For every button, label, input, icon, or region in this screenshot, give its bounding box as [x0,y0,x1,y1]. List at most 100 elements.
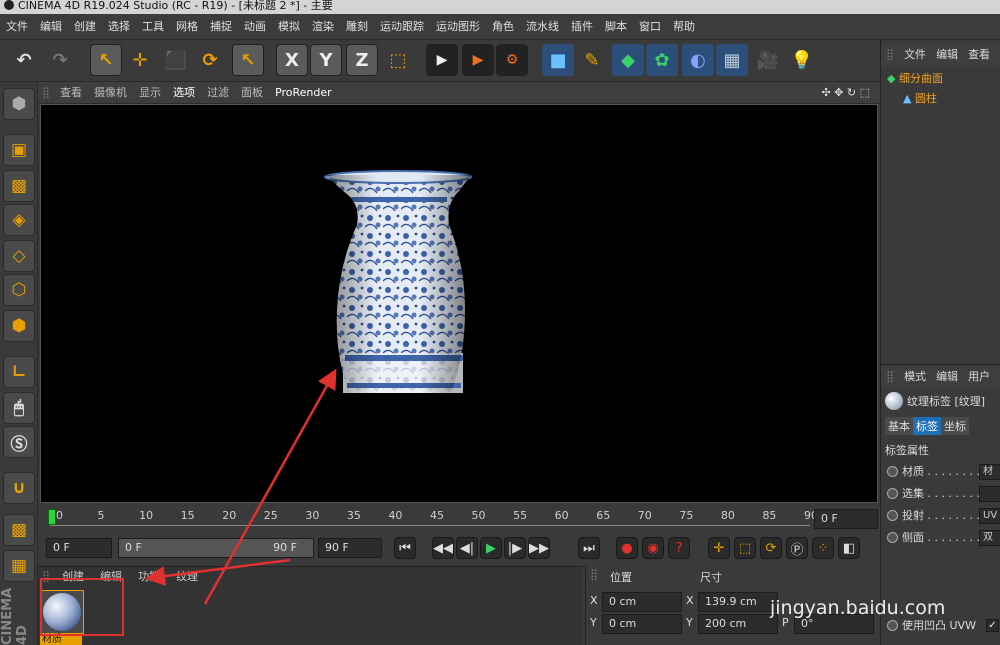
prop-bump-radio[interactable] [887,620,898,631]
pen-spline-icon[interactable]: ✎ [576,44,608,76]
size-y-field[interactable]: 200 cm [698,614,778,634]
next-frame-button[interactable]: |▶ [504,537,526,559]
pos-y-field[interactable]: 0 cm [602,614,682,634]
menu-snap[interactable]: 捕捉 [204,14,238,39]
key-rotation-icon[interactable]: ⟳ [760,537,782,559]
start-frame-field[interactable]: 0 F [46,538,112,558]
play-button[interactable]: ▶ [480,537,502,559]
goto-start-button[interactable]: ⏮ [394,537,416,559]
menu-file[interactable]: 文件 [0,14,34,39]
material-menu-texture[interactable]: 纹理 [168,566,206,588]
menu-script[interactable]: 脚本 [599,14,633,39]
prop-bump-checkbox[interactable]: ✓ [986,619,999,632]
object-row-subdivision[interactable]: ◆ 细分曲面 [887,70,943,88]
prop-selection[interactable]: 选集 . . . . . . . . [887,484,1000,504]
viewport-menu-panel[interactable]: 面板 [235,82,269,104]
cube-primitive-icon[interactable]: ■ [542,44,574,76]
locked-workplane-icon[interactable]: ▦ [3,550,35,582]
menu-help[interactable]: 帮助 [667,14,701,39]
render-view-icon[interactable]: ▶ [426,44,458,76]
timeline-window-icon[interactable]: ◧ [838,537,860,559]
tweak-mode-icon[interactable]: 🖱 [3,392,35,424]
prev-key-button[interactable]: ◀◀ [432,537,454,559]
material-menu-function[interactable]: 功能 [130,566,168,588]
playhead-marker[interactable] [48,509,56,525]
deformer-icon[interactable]: ◐ [682,44,714,76]
tab-coord[interactable]: 坐标 [941,417,969,435]
render-picture-viewer-icon[interactable]: ▶ [462,44,494,76]
snap-icon[interactable]: ∪ [3,472,35,504]
menu-plugins[interactable]: 插件 [565,14,599,39]
prop-projection-radio[interactable] [887,510,898,521]
attributes-menu-mode[interactable]: 模式 [899,366,931,388]
edges-mode-icon[interactable]: ⬡ [3,274,35,306]
redo-button[interactable]: ↷ [44,44,76,76]
attributes-menu-edit[interactable]: 编辑 [931,366,963,388]
select-tool-button[interactable]: ↖ [90,44,122,76]
menu-motion-tracking[interactable]: 运动跟踪 [374,14,430,39]
prop-material[interactable]: 材质 . . . . . . . .材 [887,462,1000,482]
cloner-icon[interactable]: ✿ [646,44,678,76]
menu-mograph[interactable]: 运动图形 [430,14,486,39]
menu-mesh[interactable]: 网格 [170,14,204,39]
prop-projection-value[interactable]: UV [979,508,1000,524]
viewport-menu-camera[interactable]: 摄像机 [88,82,133,104]
x-axis-lock-button[interactable]: X [276,44,308,76]
menu-tools[interactable]: 工具 [136,14,170,39]
prop-side[interactable]: 侧面 . . . . . . . .双 [887,528,1000,548]
tab-basic[interactable]: 基本 [885,417,913,435]
viewport-menu-display[interactable]: 显示 [133,82,167,104]
menu-window[interactable]: 窗口 [633,14,667,39]
subdivision-surface-icon[interactable]: ◆ [612,44,644,76]
menu-render[interactable]: 渲染 [306,14,340,39]
object-row-cylinder[interactable]: ▲ 圆柱 [903,90,937,108]
prop-use-bump-uvw[interactable]: 使用凹凸 UVW ✓ [887,616,1000,636]
objects-menu-edit[interactable]: 编辑 [931,44,963,66]
camera-icon[interactable]: 🎥 [752,44,784,76]
viewport-menu-prorender[interactable]: ProRender [269,82,338,104]
prop-projection[interactable]: 投射 . . . . . . . . UV [887,506,1000,526]
coordinate-system-button[interactable]: ⬚ [382,44,414,76]
polygons-mode-icon[interactable]: ⬢ [3,310,35,342]
model-mode-icon[interactable]: ▣ [3,134,35,166]
make-editable-icon[interactable]: ⬢ [3,88,35,120]
attributes-menu-user[interactable]: 用户 [963,366,995,388]
record-key-icon[interactable]: ● [616,537,638,559]
menu-edit[interactable]: 编辑 [34,14,68,39]
objects-menu-view[interactable]: 查看 [963,44,995,66]
axis-mode-icon[interactable]: ∟ [3,356,35,388]
auto-key-icon[interactable]: ◉ [642,537,664,559]
tab-tag[interactable]: 标签 [913,417,941,435]
3d-viewport[interactable] [40,104,878,503]
keyframe-selection-icon[interactable]: ? [668,537,690,559]
prop-material-radio[interactable] [887,466,898,477]
prop-side-value[interactable]: 双 [979,530,1000,546]
menu-select[interactable]: 选择 [102,14,136,39]
key-scale-icon[interactable]: ⬚ [734,537,756,559]
workplane-lock-icon[interactable]: ▩ [3,514,35,546]
menu-character[interactable]: 角色 [486,14,520,39]
y-axis-lock-button[interactable]: Y [310,44,342,76]
undo-button[interactable]: ↶ [8,44,40,76]
prev-frame-button[interactable]: ◀| [456,537,478,559]
move-tool-button[interactable]: ✛ [124,44,156,76]
menu-animate[interactable]: 动画 [238,14,272,39]
live-select-button[interactable]: ↖ [232,44,264,76]
z-axis-lock-button[interactable]: Z [346,44,378,76]
light-icon[interactable]: 💡 [786,44,818,76]
rotate-tool-button[interactable]: ⟳ [194,44,226,76]
solo-mode-icon[interactable]: Ⓢ [3,426,35,458]
objects-menu-file[interactable]: 文件 [899,44,931,66]
timeline-ruler[interactable]: 0 5 10 15 20 25 30 35 40 45 50 55 60 65 70 75 80 85 90 0 F [38,505,880,533]
texture-mode-icon[interactable]: ▩ [3,170,35,202]
key-parameter-icon[interactable]: Ⓟ [786,537,808,559]
pos-x-field[interactable]: 0 cm [602,592,682,612]
viewport-menu-options[interactable]: 选项 [167,82,201,104]
key-pla-icon[interactable]: ⁘ [812,537,834,559]
workplane-mode-icon[interactable]: ◈ [3,204,35,236]
prop-side-radio[interactable] [887,532,898,543]
floor-icon[interactable]: ▦ [716,44,748,76]
frame-range-slider[interactable]: 0 F 90 F [118,538,314,558]
next-key-button[interactable]: ▶▶ [528,537,550,559]
size-x-field[interactable]: 139.9 cm [698,592,778,612]
